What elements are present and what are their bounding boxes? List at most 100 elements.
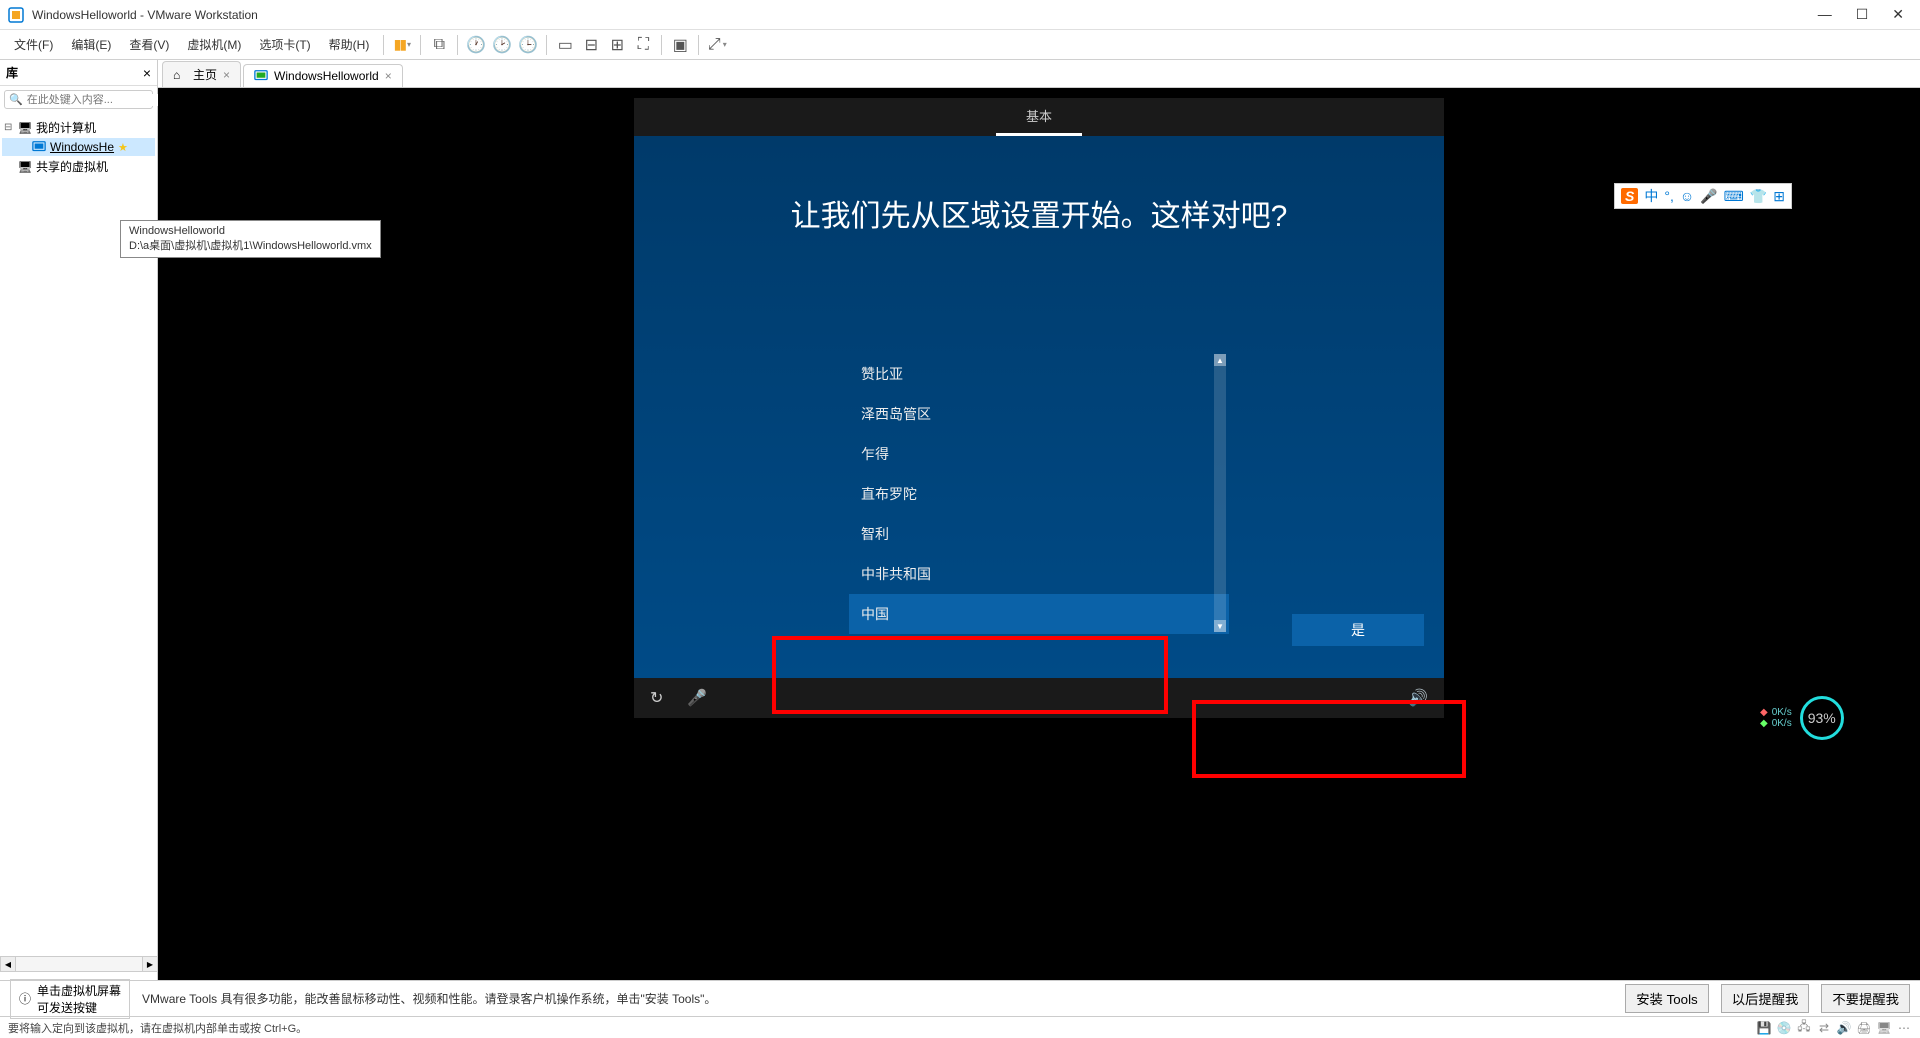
vm-icon [254, 69, 268, 83]
window-title: WindowsHelloworld - VMware Workstation [32, 8, 1818, 22]
region-scrollbar[interactable]: ▲ ▼ [1214, 354, 1226, 632]
ime-mode[interactable]: 中 [1644, 186, 1658, 206]
maximize-button[interactable]: ☐ [1856, 6, 1869, 23]
view-split-icon[interactable]: ⊟ [579, 33, 603, 57]
search-input[interactable] [27, 94, 169, 106]
accessibility-icon[interactable]: ↻ [650, 688, 663, 708]
status-net-icon[interactable]: 🖧 [1796, 1020, 1812, 1036]
tab-vm[interactable]: WindowsHelloworld × [243, 64, 403, 87]
download-speed: 0K/s [1772, 718, 1792, 729]
ime-sogou-icon[interactable]: S [1621, 188, 1638, 204]
yes-button[interactable]: 是 [1292, 614, 1424, 646]
status-disk-icon[interactable]: 💾 [1756, 1020, 1772, 1036]
tab-close-icon[interactable]: × [223, 68, 230, 82]
collapse-icon[interactable]: ⊟ [4, 122, 14, 133]
region-item-selected[interactable]: 中国 [849, 594, 1229, 634]
vmware-app-icon [8, 7, 24, 23]
view-single-icon[interactable]: ▭ [553, 33, 577, 57]
vm-tooltip: WindowsHelloworld D:\a桌面\虚拟机\虚拟机1\Window… [120, 220, 381, 258]
window-titlebar: WindowsHelloworld - VMware Workstation —… [0, 0, 1920, 30]
oobe-footer: ↻ 🎤 🔊 [634, 678, 1444, 718]
ime-toolbar[interactable]: S 中 °, ☺ 🎤 ⌨ 👕 ⊞ [1614, 183, 1792, 209]
region-item[interactable]: 直布罗陀 [849, 474, 1229, 514]
status-display-icon[interactable]: 🖥 [1876, 1020, 1892, 1036]
tree-vm-windowshelloworld[interactable]: WindowsHe ★ [2, 138, 155, 156]
menu-vm[interactable]: 虚拟机(M) [179, 32, 249, 57]
ime-punct-icon[interactable]: °, [1664, 188, 1674, 204]
oobe-tab-basic[interactable]: 基本 [996, 98, 1082, 136]
scroll-up-icon[interactable]: ▲ [1214, 354, 1226, 366]
tooltip-path: D:\a桌面\虚拟机\虚拟机1\WindowsHelloworld.vmx [129, 237, 372, 253]
tab-home[interactable]: ⌂ 主页 × [162, 61, 241, 87]
menubar: 文件(F) 编辑(E) 查看(V) 虚拟机(M) 选项卡(T) 帮助(H) ▮▮… [0, 30, 1920, 60]
monitor-icon: 🖥 [18, 121, 32, 135]
scroll-left-icon[interactable]: ◀ [0, 956, 16, 972]
menu-edit[interactable]: 编辑(E) [63, 32, 119, 57]
net-speeds: ◆0K/s ◆0K/s [1760, 707, 1792, 729]
clock1-icon[interactable]: 🕐 [464, 33, 488, 57]
view-unity-icon[interactable]: ⊞ [605, 33, 629, 57]
status-sound-icon[interactable]: 🔊 [1836, 1020, 1852, 1036]
status-bar: 要将输入定向到该虚拟机，请在虚拟机内部单击或按 Ctrl+G。 💾 💿 🖧 ⇄ … [0, 1016, 1920, 1038]
view-fullscreen-icon[interactable]: ⛶ [631, 33, 655, 57]
console-icon[interactable]: ▣ [668, 33, 692, 57]
tooltip-title: WindowsHelloworld [129, 225, 372, 237]
oobe-body: 让我们先从区域设置开始。这样对吧? 赞比亚 泽西岛管区 乍得 直布罗陀 智利 中… [634, 136, 1444, 678]
status-text: 要将输入定向到该虚拟机，请在虚拟机内部单击或按 Ctrl+G。 [8, 1020, 307, 1036]
info-icon: ⓘ [19, 990, 31, 1007]
tab-close-icon[interactable]: × [385, 69, 392, 83]
menu-file[interactable]: 文件(F) [6, 32, 61, 57]
sidebar-hscroll[interactable]: ◀ ▶ [0, 956, 158, 972]
region-item[interactable]: 赞比亚 [849, 354, 1229, 394]
region-item[interactable]: 智利 [849, 514, 1229, 554]
scroll-track[interactable] [16, 956, 142, 972]
cpu-gauge: 93% [1800, 696, 1844, 740]
favorite-star-icon[interactable]: ★ [118, 141, 128, 154]
tree-label: WindowsHe [50, 140, 114, 154]
microphone-icon[interactable]: 🎤 [687, 688, 707, 708]
never-remind-button[interactable]: 不要提醒我 [1821, 984, 1910, 1013]
sidebar-header: 库 × [0, 60, 157, 86]
ime-skin-icon[interactable]: 👕 [1750, 188, 1767, 205]
tree-label: 我的计算机 [36, 119, 96, 136]
ime-emoji-icon[interactable]: ☺ [1680, 188, 1694, 204]
scroll-down-icon[interactable]: ▼ [1214, 620, 1226, 632]
tab-strip: ⌂ 主页 × WindowsHelloworld × [158, 60, 1920, 88]
pause-button[interactable]: ▮▮▾ [390, 33, 414, 57]
menu-tabs[interactable]: 选项卡(T) [251, 32, 318, 57]
cpu-percent: 93% [1808, 710, 1836, 726]
status-more-icon[interactable]: ⋯ [1896, 1020, 1912, 1036]
oobe-tabbar: 基本 [634, 98, 1444, 136]
sidebar-search[interactable]: 🔍 ▾ [4, 90, 153, 109]
scroll-right-icon[interactable]: ▶ [142, 956, 158, 972]
vm-display[interactable]: 基本 让我们先从区域设置开始。这样对吧? 赞比亚 泽西岛管区 乍得 直布罗陀 智… [158, 88, 1920, 980]
region-item[interactable]: 泽西岛管区 [849, 394, 1229, 434]
oobe-screen: 基本 让我们先从区域设置开始。这样对吧? 赞比亚 泽西岛管区 乍得 直布罗陀 智… [634, 98, 1444, 718]
tree-my-computer[interactable]: ⊟ 🖥 我的计算机 [2, 117, 155, 138]
menu-help[interactable]: 帮助(H) [321, 32, 378, 57]
hint-line2: 可发送按键 [37, 999, 121, 1016]
sidebar-close-icon[interactable]: × [143, 65, 151, 81]
ime-toolbox-icon[interactable]: ⊞ [1773, 188, 1785, 205]
expand-icon[interactable]: ⤢▾ [705, 33, 729, 57]
close-button[interactable]: ✕ [1892, 6, 1904, 23]
status-usb-icon[interactable]: ⇄ [1816, 1020, 1832, 1036]
ime-keyboard-icon[interactable]: ⌨ [1724, 188, 1744, 205]
minimize-button[interactable]: — [1818, 6, 1832, 23]
ime-voice-icon[interactable]: 🎤 [1700, 188, 1717, 205]
sidebar-title: 库 [6, 64, 143, 81]
region-item[interactable]: 乍得 [849, 434, 1229, 474]
volume-icon[interactable]: 🔊 [1408, 688, 1428, 708]
status-cd-icon[interactable]: 💿 [1776, 1020, 1792, 1036]
tab-label: 主页 [193, 66, 217, 83]
clock2-icon[interactable]: 🕑 [490, 33, 514, 57]
region-item[interactable]: 中非共和国 [849, 554, 1229, 594]
tree-shared-vms[interactable]: 🖥 共享的虚拟机 [2, 156, 155, 177]
snapshot-button[interactable]: ⧉ [427, 33, 451, 57]
menu-view[interactable]: 查看(V) [121, 32, 177, 57]
status-printer-icon[interactable]: 🖨 [1856, 1020, 1872, 1036]
tools-message: VMware Tools 具有很多功能，能改善鼠标移动性、视频和性能。请登录客户… [142, 990, 716, 1007]
remind-later-button[interactable]: 以后提醒我 [1721, 984, 1810, 1013]
install-tools-button[interactable]: 安装 Tools [1625, 984, 1708, 1013]
clock3-icon[interactable]: 🕒 [516, 33, 540, 57]
